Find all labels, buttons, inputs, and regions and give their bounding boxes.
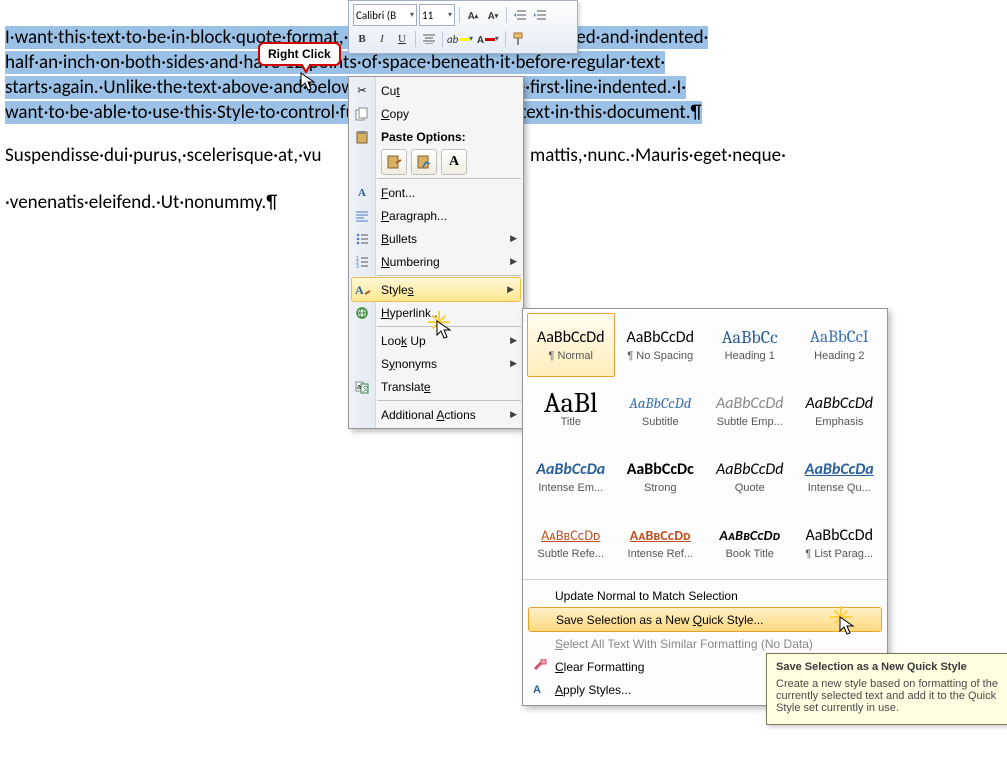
- tooltip-title: Save Selection as a New Quick Style: [776, 661, 1002, 673]
- cut-icon: ✂: [354, 83, 370, 99]
- format-painter-button[interactable]: [510, 30, 528, 48]
- font-color-button[interactable]: A▾: [475, 30, 501, 48]
- style-tile-intense-ref-[interactable]: AᴀBʙCᴄDᴅIntense Ref...: [617, 511, 705, 575]
- context-menu-translate[interactable]: a文 Translate: [349, 375, 523, 398]
- update-to-match-selection[interactable]: Update Normal to Match Selection: [527, 584, 883, 607]
- callout-pointer: [300, 64, 312, 74]
- tooltip: Save Selection as a New Quick Style Crea…: [766, 653, 1007, 725]
- svg-text:文: 文: [362, 384, 369, 393]
- style-tile--no-spacing[interactable]: AaBbCcDd¶ No Spacing: [617, 313, 705, 377]
- style-tile--list-parag-[interactable]: AaBbCcDd¶ List Parag...: [796, 511, 884, 575]
- context-menu-cut[interactable]: ✂ Cut: [349, 79, 523, 102]
- numbering-icon: 123: [354, 254, 370, 270]
- styles-gallery-panel: AaBbCcDd¶ NormalAaBbCcDd¶ No SpacingAaBb…: [522, 308, 888, 706]
- paste-keep-source-button[interactable]: [381, 149, 407, 175]
- context-menu-numbering[interactable]: 123 Numbering▶: [349, 250, 523, 273]
- style-tile-quote[interactable]: AaBbCcDdQuote: [706, 445, 794, 509]
- context-menu-font[interactable]: A Font...: [349, 181, 523, 204]
- context-menu-copy[interactable]: Copy: [349, 102, 523, 125]
- style-tile-emphasis[interactable]: AaBbCcDdEmphasis: [796, 379, 884, 443]
- style-tile-subtle-emp-[interactable]: AaBbCcDdSubtle Emp...: [706, 379, 794, 443]
- decrease-indent-button[interactable]: [511, 6, 529, 24]
- svg-text:3: 3: [356, 264, 359, 268]
- context-menu-paste-options-header: Paste Options:: [349, 125, 523, 148]
- style-tile-subtitle[interactable]: AaBbCcDdSubtitle: [617, 379, 705, 443]
- style-tile-intense-em-[interactable]: AaBbCcDaIntense Em...: [527, 445, 615, 509]
- select-similar-formatting: Select All Text With Similar Formatting …: [527, 632, 883, 655]
- highlight-color-button[interactable]: ab▾: [447, 30, 473, 48]
- increase-indent-button[interactable]: [531, 6, 549, 24]
- style-tile-intense-qu-[interactable]: AaBbCcDaIntense Qu...: [796, 445, 884, 509]
- paste-text-only-button[interactable]: A: [441, 149, 467, 175]
- mini-toolbar: Calibri (B▾ 11▾ A▴ A▾ B I U ab▾ A▾: [348, 0, 578, 54]
- paragraph-dialog-icon: [354, 208, 370, 224]
- context-menu: ✂ Cut Copy Paste Options: A A Font... Pa…: [348, 76, 524, 429]
- context-menu-synonyms[interactable]: Synonyms▶: [349, 352, 523, 375]
- shrink-font-button[interactable]: A▾: [484, 6, 502, 24]
- underline-button[interactable]: U: [393, 30, 411, 48]
- context-menu-additional-actions[interactable]: Additional Actions▶: [349, 403, 523, 426]
- styles-icon: A: [355, 282, 371, 298]
- body-text-line6[interactable]: ·venenatis·eleifend.·Ut·nonummy.¶: [5, 191, 277, 214]
- font-family-combo[interactable]: Calibri (B▾: [353, 4, 417, 26]
- paste-merge-button[interactable]: [411, 149, 437, 175]
- style-tile-heading-2[interactable]: AaBbCcIHeading 2: [796, 313, 884, 377]
- style-tile-strong[interactable]: AaBbCcDcStrong: [617, 445, 705, 509]
- apply-styles-icon: A: [533, 684, 549, 696]
- right-click-callout: Right Click: [258, 42, 341, 66]
- save-as-new-quick-style[interactable]: Save Selection as a New Quick Style...: [528, 607, 882, 632]
- style-tile-subtle-refe-[interactable]: AᴀBʙCᴄDᴅSubtle Refe...: [527, 511, 615, 575]
- svg-text:a: a: [357, 384, 361, 391]
- context-menu-hyperlink[interactable]: Hyperlink...: [349, 301, 523, 324]
- copy-icon: [354, 106, 370, 122]
- context-menu-styles[interactable]: A Styles▶: [351, 277, 521, 302]
- paste-options-row: A: [349, 148, 523, 176]
- context-menu-lookup[interactable]: Look Up▶: [349, 329, 523, 352]
- font-size-combo[interactable]: 11▾: [419, 4, 455, 26]
- bold-button[interactable]: B: [353, 30, 371, 48]
- style-tile-book-title[interactable]: AᴀBʙCᴄDᴅBook Title: [706, 511, 794, 575]
- body-text-line5b[interactable]: mattis,·nunc.·Mauris·eget·neque·: [530, 144, 786, 167]
- svg-text:A: A: [355, 283, 364, 297]
- italic-button[interactable]: I: [373, 30, 391, 48]
- selected-text-line3[interactable]: starts·again.·Unlike·the·text·above·and·…: [5, 76, 686, 99]
- translate-icon: a文: [354, 379, 370, 395]
- bullets-icon: [354, 231, 370, 247]
- style-tile-heading-1[interactable]: AaBbCcHeading 1: [706, 313, 794, 377]
- font-dialog-icon: A: [354, 185, 370, 201]
- paste-icon: [354, 129, 370, 145]
- context-menu-bullets[interactable]: Bullets▶: [349, 227, 523, 250]
- context-menu-paragraph[interactable]: Paragraph...: [349, 204, 523, 227]
- style-tile--normal[interactable]: AaBbCcDd¶ Normal: [527, 313, 615, 377]
- align-center-button[interactable]: [420, 30, 438, 48]
- grow-font-button[interactable]: A▴: [464, 6, 482, 24]
- clear-formatting-icon: [533, 659, 549, 674]
- style-tile-title[interactable]: AaBlTitle: [527, 379, 615, 443]
- tooltip-body: Create a new style based on formatting o…: [776, 678, 1002, 714]
- styles-gallery-grid: AaBbCcDd¶ NormalAaBbCcDd¶ No SpacingAaBb…: [527, 313, 883, 575]
- hyperlink-icon: [354, 305, 370, 321]
- body-text-line5a[interactable]: Suspendisse·dui·purus,·scelerisque·at,·v…: [5, 144, 321, 167]
